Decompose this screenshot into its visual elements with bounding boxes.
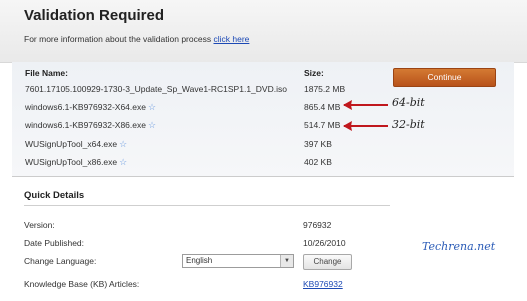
file-size: 402 KB bbox=[304, 157, 332, 167]
page-title: Validation Required bbox=[24, 7, 165, 24]
files-panel: File Name: Size: Continue 7601.17105.100… bbox=[12, 62, 514, 176]
annotation-32bit: 32-bit bbox=[392, 118, 425, 131]
continue-button[interactable]: Continue bbox=[393, 68, 496, 87]
kb-articles-label: Knowledge Base (KB) Articles: bbox=[24, 279, 140, 289]
size-header: Size: bbox=[304, 68, 324, 78]
chevron-down-icon[interactable]: ▼ bbox=[280, 255, 293, 267]
quick-details-underline bbox=[24, 205, 390, 206]
file-name-wrap: windows6.1-KB976932-X64.exe ☆ bbox=[25, 102, 156, 113]
file-row: WUSignUpTool_x86.exe ☆ 402 KB bbox=[12, 154, 402, 172]
change-language-label: Change Language: bbox=[24, 256, 97, 266]
file-size: 1875.2 MB bbox=[304, 84, 346, 94]
version-label: Version: bbox=[24, 220, 55, 230]
arrow-64bit bbox=[343, 100, 388, 110]
language-select[interactable]: English ▼ bbox=[182, 254, 294, 268]
annotation-arrows bbox=[343, 100, 388, 131]
section-divider bbox=[12, 176, 514, 177]
file-size: 865.4 MB bbox=[304, 102, 341, 112]
file-name-wrap: WUSignUpTool_x64.exe ☆ bbox=[25, 139, 127, 150]
file-name-wrap: WUSignUpTool_x86.exe ☆ bbox=[25, 157, 127, 168]
annotation-64bit: 64-bit bbox=[392, 96, 425, 109]
star-icon[interactable]: ☆ bbox=[148, 102, 156, 112]
file-name: windows6.1-KB976932-X86.exe bbox=[25, 120, 146, 130]
file-name: 7601.17105.100929-1730-3_Update_Sp_Wave1… bbox=[25, 84, 287, 94]
title-bar: Validation Required For more information… bbox=[0, 0, 527, 63]
file-name: WUSignUpTool_x86.exe bbox=[25, 157, 118, 167]
info-text: For more information about the validatio… bbox=[24, 34, 212, 44]
kb-article-link[interactable]: KB976932 bbox=[303, 279, 343, 289]
watermark: Techrena.net bbox=[422, 240, 496, 253]
language-selected: English bbox=[186, 256, 213, 265]
file-name: windows6.1-KB976932-X64.exe bbox=[25, 102, 146, 112]
date-published-label: Date Published: bbox=[24, 238, 85, 248]
file-name: WUSignUpTool_x64.exe bbox=[25, 139, 118, 149]
date-published-value: 10/26/2010 bbox=[303, 238, 346, 248]
click-here-link[interactable]: click here bbox=[213, 34, 249, 44]
quick-details-title: Quick Details bbox=[24, 190, 85, 201]
star-icon[interactable]: ☆ bbox=[119, 157, 127, 167]
file-name-wrap: windows6.1-KB976932-X86.exe ☆ bbox=[25, 120, 156, 131]
star-icon[interactable]: ☆ bbox=[148, 120, 156, 130]
kb-articles-value: KB976932 bbox=[303, 279, 343, 289]
file-name-header: File Name: bbox=[25, 68, 68, 78]
version-value: 976932 bbox=[303, 220, 332, 230]
file-row: 7601.17105.100929-1730-3_Update_Sp_Wave1… bbox=[12, 81, 402, 99]
info-line: For more information about the validatio… bbox=[24, 34, 249, 44]
file-size: 397 KB bbox=[304, 139, 332, 149]
star-icon[interactable]: ☆ bbox=[119, 139, 127, 149]
change-button[interactable]: Change bbox=[303, 254, 352, 270]
arrow-32bit bbox=[343, 121, 388, 131]
file-row: WUSignUpTool_x64.exe ☆ 397 KB bbox=[12, 136, 402, 154]
file-size: 514.7 MB bbox=[304, 120, 341, 130]
